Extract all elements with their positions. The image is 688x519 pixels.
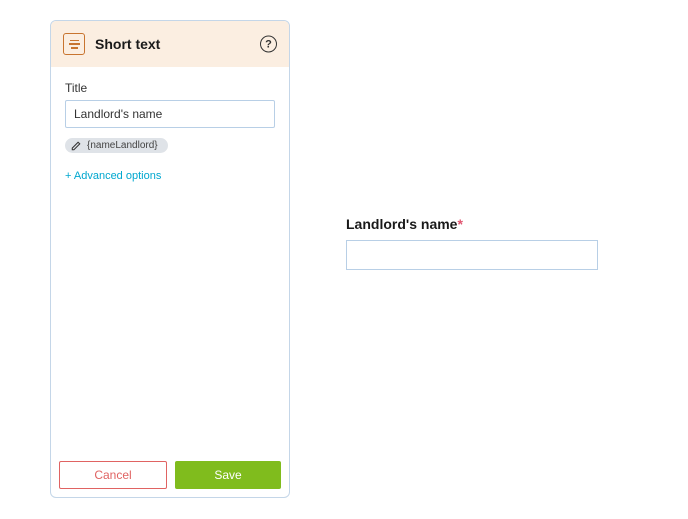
panel-title: Short text <box>95 36 160 52</box>
panel-footer: Cancel Save <box>51 453 289 497</box>
pencil-icon <box>71 141 81 151</box>
save-button[interactable]: Save <box>175 461 281 489</box>
field-editor-panel: Short text ? Title {nameLandlord} + Adva… <box>50 20 290 498</box>
variable-chip-label: {nameLandlord} <box>87 140 158 151</box>
title-label: Title <box>65 81 275 95</box>
panel-header: Short text ? <box>51 21 289 67</box>
preview-input[interactable] <box>346 240 598 270</box>
field-preview: Landlord's name* <box>346 216 598 270</box>
variable-chip[interactable]: {nameLandlord} <box>65 138 168 153</box>
panel-body: Title {nameLandlord} + Advanced options <box>51 67 289 453</box>
cancel-button[interactable]: Cancel <box>59 461 167 489</box>
preview-label-text: Landlord's name <box>346 216 457 232</box>
help-icon[interactable]: ? <box>260 36 277 53</box>
advanced-options-link[interactable]: + Advanced options <box>65 170 275 182</box>
short-text-icon <box>63 33 85 55</box>
required-indicator: * <box>457 216 462 232</box>
preview-label: Landlord's name* <box>346 216 598 232</box>
title-input[interactable] <box>65 100 275 128</box>
